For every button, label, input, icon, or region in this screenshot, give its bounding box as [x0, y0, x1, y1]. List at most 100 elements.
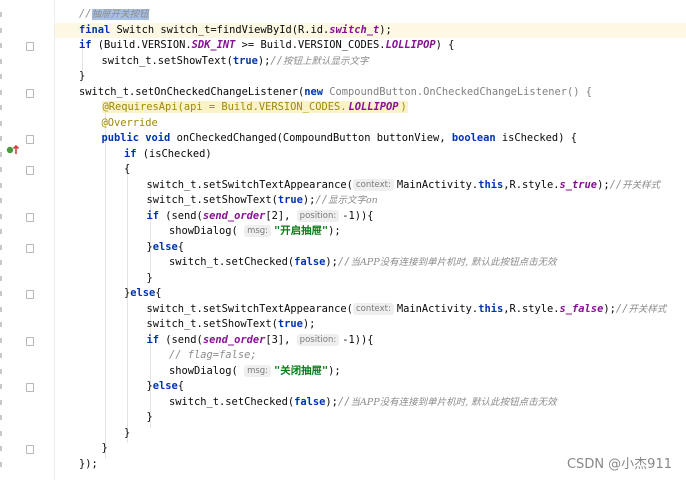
gutter-line-marker [0, 426, 6, 442]
code-token: @Override [101, 116, 158, 129]
code-line[interactable]: }); [79, 457, 98, 473]
code-line[interactable]: }else{ [124, 286, 162, 302]
fold-marker-icon[interactable] [26, 135, 34, 144]
code-token: showDialog( [169, 364, 245, 377]
fold-marker-icon[interactable] [26, 212, 34, 222]
code-token: ); [379, 23, 392, 36]
code-token: ); [325, 395, 338, 408]
fold-marker-icon[interactable] [26, 445, 34, 454]
fold-marker-icon[interactable] [26, 166, 34, 175]
code-token: final [79, 23, 117, 36]
fold-marker-icon[interactable] [26, 42, 34, 51]
gutter-line-marker [0, 240, 6, 256]
code-line[interactable]: switch_t.setChecked(false);//当APP没有连接到单片… [169, 395, 557, 411]
code-editor[interactable]: //抽屉开关按钮 final Switch switch_t=findViewBy… [55, 0, 686, 480]
code-line[interactable]: switch_t.setChecked(false);//当APP没有连接到单片… [169, 255, 557, 271]
code-token: switch_t [329, 23, 380, 36]
code-line[interactable]: switch_t.setShowText(true);//显示文字on [147, 193, 378, 209]
code-line[interactable]: @RequiresApi(api = Build.VERSION_CODES. L… [101, 100, 408, 116]
code-token: if [146, 333, 166, 346]
code-token: // flag=false; [169, 349, 257, 361]
code-line[interactable]: if (send(send_order[2], position: -1)){ [147, 209, 374, 225]
gutter-line-marker [0, 116, 6, 132]
code-line[interactable]: //抽屉开关按钮 [79, 7, 149, 23]
gutter-line-marker [0, 224, 6, 240]
fold-marker-icon[interactable] [26, 290, 34, 299]
code-line[interactable]: switch_t.setSwitchTextAppearance(context… [146, 178, 660, 194]
code-token: 当APP没有连接到单片机时, 默认此按钮点击无效 [350, 396, 557, 408]
code-line[interactable]: }else{ [147, 240, 185, 256]
override-method-icon[interactable] [6, 144, 20, 156]
code-token: if [79, 39, 98, 51]
code-line[interactable]: switch_t.setShowText(true);//按钮上默认显示文字 [102, 54, 369, 70]
parameter-hint: msg: [244, 225, 272, 237]
code-line[interactable]: showDialog( msg: "关闭抽屉"); [169, 364, 341, 380]
code-line[interactable]: if (isChecked) [124, 147, 212, 163]
code-line[interactable]: switch_t.setSwitchTextAppearance(context… [147, 302, 666, 318]
gutter-line-marker [0, 410, 6, 426]
code-line[interactable]: } [79, 69, 85, 85]
code-token: boolean [451, 132, 502, 144]
code-token: } [101, 442, 108, 454]
code-token: // [337, 256, 351, 268]
code-line[interactable]: switch_t.setShowText(true); [147, 317, 316, 333]
parameter-hint: context: [352, 302, 394, 315]
code-token: 当APP没有连接到单片机时, 默认此按钮点击无效 [350, 257, 557, 268]
code-line[interactable]: final Switch switch_t=findViewById(R.id.… [79, 23, 392, 39]
fold-marker-icon[interactable] [26, 88, 34, 98]
code-token: >= Build.VERSION_CODES. [235, 39, 386, 51]
code-line[interactable]: @Override [102, 116, 158, 132]
code-token: else [152, 380, 178, 392]
code-token: } [124, 426, 131, 439]
fold-marker-icon[interactable] [26, 383, 34, 392]
code-line[interactable]: switch_t.setOnCheckedChangeListener(new … [79, 85, 592, 101]
code-token: } [79, 70, 86, 82]
code-token: this [478, 178, 504, 191]
code-token: } [146, 271, 153, 284]
gutter-line-marker [0, 209, 6, 225]
code-line[interactable]: { [124, 162, 130, 178]
parameter-hint: msg: [244, 364, 272, 377]
code-line[interactable]: } [147, 410, 153, 426]
code-line[interactable]: // flag=false; [169, 348, 257, 364]
code-token: if [124, 147, 143, 160]
code-line[interactable]: if (Build.VERSION.SDK_INT >= Build.VERSI… [79, 38, 454, 54]
gutter-line-marker [0, 348, 6, 364]
code-line[interactable]: } [147, 271, 153, 287]
indent-guide [104, 102, 106, 459]
code-token: // [270, 54, 283, 67]
code-token: (isChecked) [142, 147, 212, 160]
gutter-line-marker [0, 364, 6, 380]
code-token: } [146, 411, 153, 423]
indent-guide [127, 164, 128, 443]
code-token: [2], [265, 209, 297, 222]
code-line[interactable]: public void onCheckedChanged(CompoundBut… [102, 131, 577, 147]
code-token: [3], [265, 333, 297, 346]
fold-marker-icon[interactable] [26, 243, 34, 253]
code-line[interactable]: } [124, 426, 130, 442]
code-token: switch_t.setSwitchTextAppearance( [146, 178, 353, 191]
gutter-line-marker [0, 54, 6, 70]
code-token: // [315, 194, 328, 206]
code-token: }); [79, 457, 98, 470]
code-token: // [615, 302, 629, 315]
code-line[interactable]: } [102, 441, 108, 457]
code-token: ); [597, 178, 610, 191]
code-token: false [294, 395, 326, 408]
code-token: public void [101, 132, 177, 144]
code-token: s_true [559, 178, 598, 191]
code-token: ); [328, 364, 341, 377]
code-token: true [232, 54, 258, 67]
code-token: ); [603, 302, 616, 315]
fold-marker-icon[interactable] [26, 336, 34, 346]
gutter-line-marker [0, 441, 6, 457]
code-token: (send( [165, 333, 203, 346]
code-token: CompoundButton.OnCheckedChangeListener()… [329, 85, 592, 98]
code-token: ,R.style. [503, 302, 560, 315]
code-line[interactable]: showDialog( msg: "开启抽屉"); [169, 224, 341, 240]
code-token: switch_t.setShowText( [146, 194, 278, 206]
code-token: 显示文字on [327, 195, 378, 206]
code-line[interactable]: if (send(send_order[3], position: -1)){ [147, 333, 374, 349]
code-token: else [152, 240, 178, 253]
code-line[interactable]: }else{ [147, 379, 185, 395]
